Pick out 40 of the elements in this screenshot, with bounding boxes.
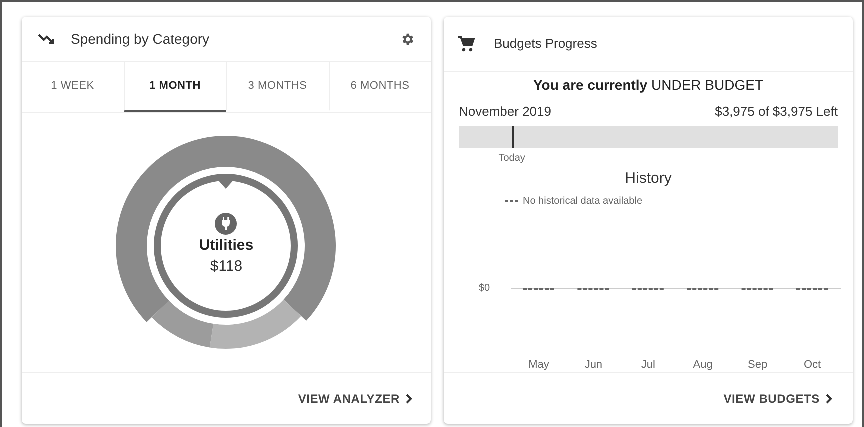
category-amount: $118 bbox=[210, 257, 243, 277]
trending-down-icon bbox=[38, 33, 56, 45]
month-label: Aug bbox=[693, 358, 713, 373]
plug-icon bbox=[215, 213, 237, 235]
settings-icon bbox=[400, 32, 415, 46]
card-title: Spending by Category bbox=[71, 30, 210, 49]
budget-remaining: $3,975 of $3,975 Left bbox=[715, 103, 838, 121]
category-name: Utilities bbox=[199, 237, 254, 255]
empty-bar-marker bbox=[632, 288, 666, 290]
chevron-right-icon bbox=[826, 394, 833, 404]
donut-segment[interactable] bbox=[152, 300, 214, 348]
month-label: Oct bbox=[804, 358, 822, 373]
today-label: Today bbox=[498, 152, 526, 166]
tab[interactable]: 1 MONTH bbox=[124, 62, 226, 112]
legend-label: No historical data available bbox=[523, 195, 643, 209]
empty-bar-marker bbox=[523, 288, 556, 290]
chevron-right-icon bbox=[406, 394, 413, 404]
empty-bar-marker bbox=[578, 288, 611, 290]
donut-segment[interactable] bbox=[210, 300, 302, 349]
tab[interactable]: 1 WEEK bbox=[22, 62, 124, 112]
month-label: Jun bbox=[584, 358, 603, 373]
empty-bar-marker bbox=[796, 288, 830, 290]
view-analyzer-button[interactable]: VIEW ANALYZER bbox=[298, 390, 413, 408]
tab[interactable]: 6 MONTHS bbox=[328, 62, 431, 112]
axis-label: $0 bbox=[479, 282, 490, 296]
empty-bar-marker bbox=[742, 288, 775, 290]
tab[interactable]: 3 MONTHS bbox=[226, 62, 328, 112]
month-label: Jul bbox=[641, 358, 656, 373]
card-title: Budgets Progress bbox=[494, 35, 598, 54]
cart-icon bbox=[458, 36, 475, 52]
settings-button[interactable] bbox=[400, 32, 415, 46]
month-label: May bbox=[528, 358, 550, 373]
budget-month: November 2019 bbox=[459, 103, 552, 121]
history-title: History bbox=[624, 168, 673, 188]
month-label: Sep bbox=[748, 358, 768, 373]
view-budgets-button[interactable]: VIEW BUDGETS bbox=[724, 390, 833, 408]
budget-status: You are currently UNDER BUDGET bbox=[532, 76, 765, 95]
donut-segment[interactable] bbox=[116, 136, 336, 322]
dashed-line-icon bbox=[505, 200, 519, 203]
empty-bar-marker bbox=[687, 288, 720, 290]
